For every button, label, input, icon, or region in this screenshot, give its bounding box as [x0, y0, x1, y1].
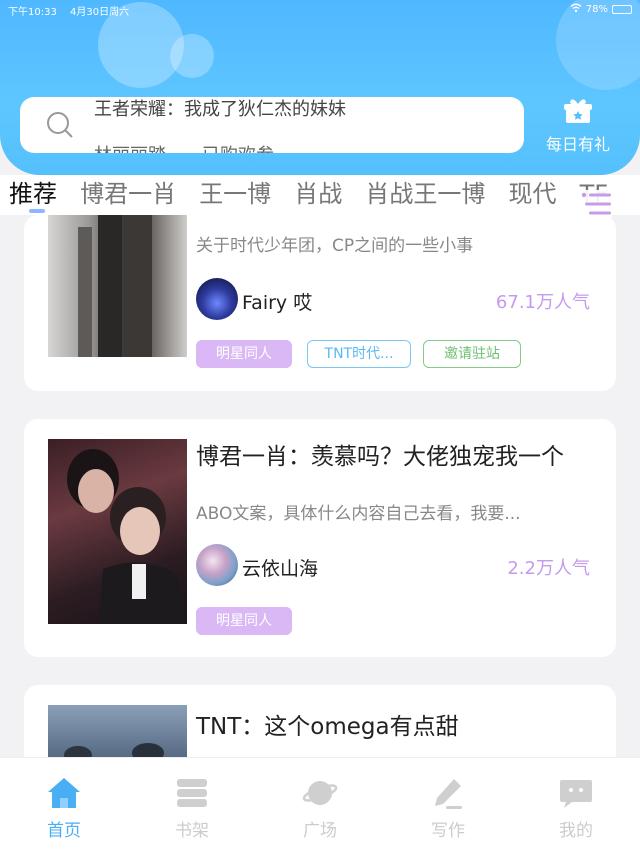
book-card[interactable]: 博君一肖：羡慕吗？大佬独宠我一个 ABO文案，具体什么内容自己去看，我要... …: [24, 419, 616, 657]
tab-wang-yibo[interactable]: 王一博: [199, 175, 271, 213]
daily-gift-button[interactable]: 每日有礼: [540, 98, 616, 154]
author-avatar: [196, 544, 238, 586]
book-card[interactable]: 关于时代少年团，CP之间的一些小事 Fairy 哎 67.1万人气 明星同人 T…: [24, 215, 616, 391]
nav-home-label: 首页: [47, 821, 81, 841]
decor-bubble-small: [170, 34, 214, 78]
chat-profile-icon: [560, 780, 592, 808]
tag-badge[interactable]: 邀请驻站: [423, 340, 521, 368]
category-menu-icon[interactable]: [580, 190, 612, 218]
bottom-navigation: 首页 书架 广场 写作 我的: [0, 757, 640, 853]
book-cover-image: [48, 439, 187, 624]
nav-profile-label: 我的: [559, 821, 593, 841]
status-time: 下午10:33: [8, 7, 57, 18]
nav-write-label: 写作: [431, 821, 465, 841]
pen-icon: [435, 779, 462, 809]
bookshelf-icon: [177, 779, 207, 807]
daily-gift-label: 每日有礼: [545, 135, 610, 154]
battery-percent: 78%: [585, 4, 608, 15]
gift-icon: [564, 99, 592, 123]
tag-badge[interactable]: 明星同人: [196, 340, 292, 368]
book-cover-image: [48, 215, 187, 357]
category-tabs: 推荐 博君一肖 王一博 肖战 肖战王一博 现代 TF: [0, 175, 640, 215]
search-suggestion-2: 林丽丽踏……已购欢参: [94, 141, 274, 153]
wifi-icon: [570, 3, 582, 16]
header-banner: 下午10:33 4月30日周六 78% 王者荣耀：我成了狄仁杰的妹妹 林丽丽踏……: [0, 0, 640, 175]
tab-bojun-yixiao[interactable]: 博君一肖: [80, 175, 176, 213]
popularity-count: 2.2万人气: [507, 558, 590, 579]
tab-xiaozhan-wangyibo[interactable]: 肖战王一博: [365, 175, 485, 213]
author-name: Fairy 哎: [242, 292, 313, 314]
search-icon: [47, 112, 73, 138]
battery-icon: [612, 5, 632, 14]
nav-square[interactable]: 广场: [256, 758, 384, 853]
popularity-count: 67.1万人气: [495, 292, 590, 313]
author-avatar: [196, 278, 238, 320]
planet-icon: [302, 781, 338, 805]
status-bar: 下午10:33 4月30日周六 78%: [0, 0, 640, 18]
tag-badge[interactable]: TNT时代...: [307, 340, 411, 368]
book-title: 博君一肖：羡慕吗？大佬独宠我一个: [196, 444, 564, 470]
nav-write[interactable]: 写作: [384, 758, 512, 853]
book-description: ABO文案，具体什么内容自己去看，我要...: [196, 504, 521, 524]
nav-profile[interactable]: 我的: [512, 758, 640, 853]
tag-badge[interactable]: 明星同人: [196, 607, 292, 635]
nav-bookshelf-label: 书架: [175, 821, 209, 841]
tab-recommend[interactable]: 推荐: [9, 175, 57, 213]
nav-home[interactable]: 首页: [0, 758, 128, 853]
search-bar[interactable]: 王者荣耀：我成了狄仁杰的妹妹 林丽丽踏……已购欢参: [20, 97, 524, 153]
status-date: 4月30日周六: [70, 7, 130, 18]
author-name: 云依山海: [242, 558, 319, 580]
book-title: TNT：这个omega有点甜: [196, 714, 459, 740]
book-description: 关于时代少年团，CP之间的一些小事: [196, 236, 474, 256]
tab-modern[interactable]: 现代: [508, 175, 556, 213]
tab-xiao-zhan[interactable]: 肖战: [294, 175, 342, 213]
nav-bookshelf[interactable]: 书架: [128, 758, 256, 853]
search-suggestion-1: 王者荣耀：我成了狄仁杰的妹妹: [94, 99, 346, 120]
nav-square-label: 广场: [303, 821, 337, 841]
home-icon: [48, 778, 80, 808]
